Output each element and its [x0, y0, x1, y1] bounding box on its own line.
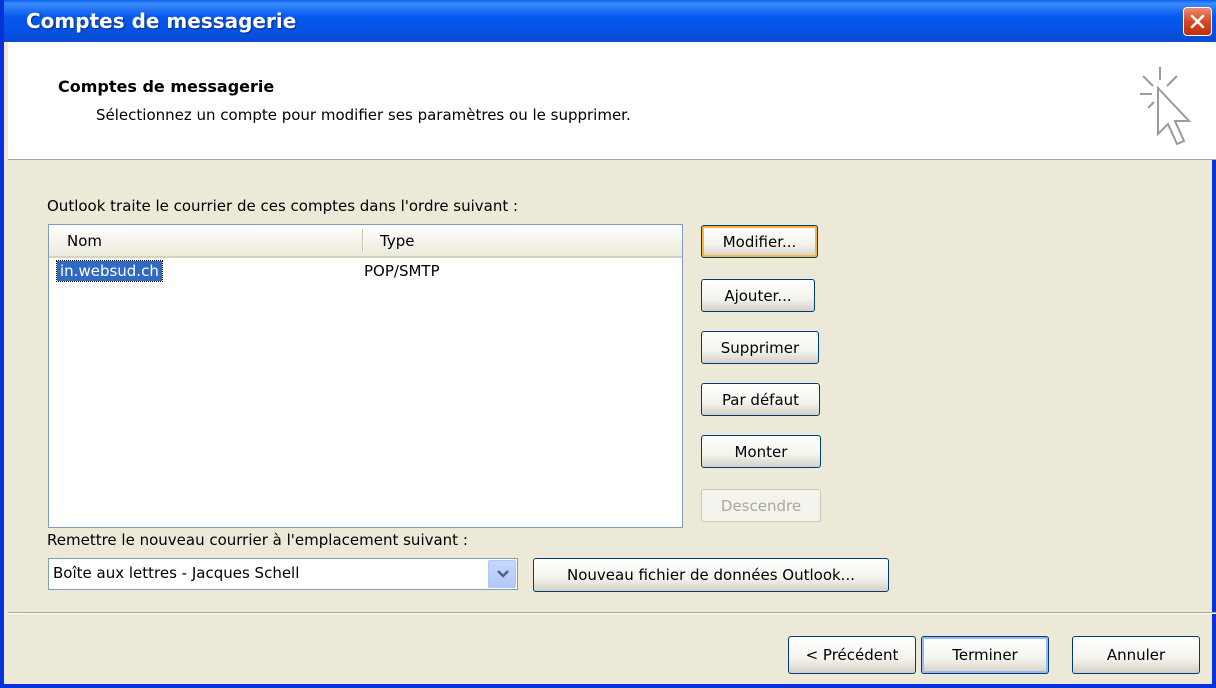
delivery-location-select[interactable]: Boîte aux lettres - Jacques Schell	[48, 558, 518, 590]
column-header-type[interactable]: Type	[380, 232, 414, 250]
close-icon	[1190, 14, 1205, 29]
page-title: Comptes de messagerie	[58, 77, 275, 96]
finish-button[interactable]: Terminer	[921, 636, 1049, 674]
move-up-button[interactable]: Monter	[701, 435, 821, 468]
column-header-name[interactable]: Nom	[67, 232, 102, 250]
accounts-list[interactable]: Nom Type in.websud.ch POP/SMTP	[48, 224, 683, 528]
list-header: Nom Type	[49, 225, 682, 258]
back-button[interactable]: < Précédent	[788, 636, 916, 674]
window-title: Comptes de messagerie	[26, 9, 297, 33]
new-data-file-button[interactable]: Nouveau fichier de données Outlook...	[533, 558, 889, 592]
wizard-header: Comptes de messagerie Sélectionnez un co…	[8, 42, 1216, 160]
delivery-location-label: Remettre le nouveau courrier à l'emplace…	[47, 531, 468, 549]
delivery-location-value: Boîte aux lettres - Jacques Schell	[53, 564, 300, 582]
wizard-cursor-icon	[1140, 67, 1192, 146]
accounts-list-label: Outlook traite le courrier de ces compte…	[47, 197, 519, 215]
account-row[interactable]: in.websud.ch POP/SMTP	[49, 260, 682, 286]
title-bar[interactable]: Comptes de messagerie	[4, 0, 1216, 42]
email-accounts-dialog: Comptes de messagerie Comptes de message…	[0, 0, 1216, 688]
chevron-down-icon	[497, 570, 509, 578]
dropdown-button[interactable]	[488, 560, 516, 588]
column-separator[interactable]	[362, 229, 364, 251]
move-down-button[interactable]: Descendre	[701, 489, 821, 522]
footer-separator	[8, 612, 1216, 614]
remove-button[interactable]: Supprimer	[701, 331, 819, 364]
close-button[interactable]	[1183, 7, 1212, 36]
page-subtitle: Sélectionnez un compte pour modifier ses…	[96, 106, 631, 124]
account-name-cell: in.websud.ch	[56, 260, 163, 282]
set-default-button[interactable]: Par défaut	[701, 383, 820, 416]
cancel-button[interactable]: Annuler	[1072, 636, 1200, 674]
account-type-cell: POP/SMTP	[364, 262, 440, 280]
add-button[interactable]: Ajouter...	[701, 279, 815, 312]
modify-button[interactable]: Modifier...	[701, 225, 818, 258]
